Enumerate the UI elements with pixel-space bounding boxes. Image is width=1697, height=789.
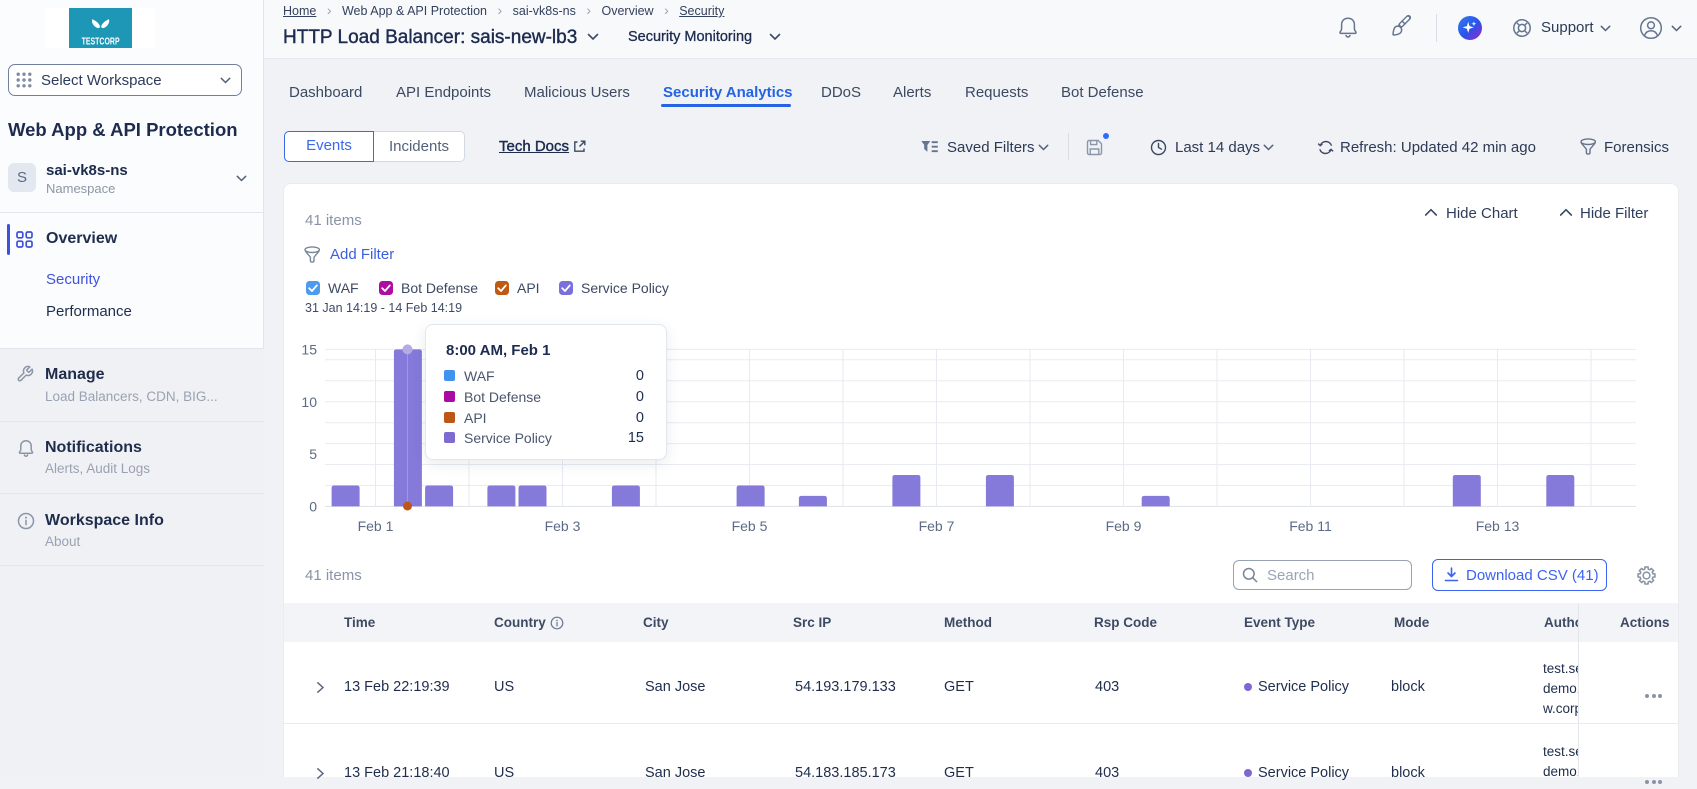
svg-text:Feb 7: Feb 7 bbox=[919, 518, 955, 534]
svg-text:Feb 3: Feb 3 bbox=[545, 518, 581, 534]
svg-text:TESTCORP: TESTCORP bbox=[82, 37, 120, 48]
svg-text:Feb 1: Feb 1 bbox=[358, 518, 394, 534]
svg-text:5: 5 bbox=[309, 446, 317, 462]
svg-text:Feb 13: Feb 13 bbox=[1476, 518, 1520, 534]
svg-text:10: 10 bbox=[301, 394, 317, 410]
svg-text:15: 15 bbox=[301, 341, 317, 357]
svg-text:Feb 5: Feb 5 bbox=[732, 518, 768, 534]
svg-text:Feb 11: Feb 11 bbox=[1289, 518, 1332, 534]
svg-text:Feb 9: Feb 9 bbox=[1106, 518, 1142, 534]
svg-text:0: 0 bbox=[309, 498, 317, 514]
